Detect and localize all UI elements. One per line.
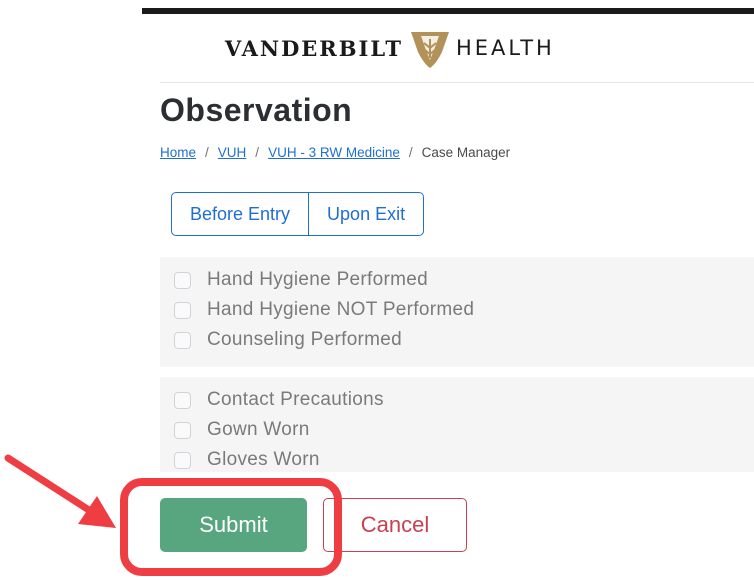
precautions-options-panel: Contact Precautions Gown Worn Gloves Wor…: [160, 377, 754, 472]
breadcrumb-separator: /: [205, 145, 209, 160]
entry-exit-toggle: Before Entry Upon Exit: [171, 192, 425, 236]
hand-hygiene-performed-checkbox[interactable]: [174, 271, 191, 289]
breadcrumb: Home / VUH / VUH - 3 RW Medicine / Case Manage…: [160, 145, 510, 160]
brand-name-left: VANDERBILT: [224, 36, 403, 61]
hand-hygiene-not-performed-checkbox[interactable]: [174, 301, 191, 319]
gloves-worn-option[interactable]: Gloves Worn: [174, 449, 320, 471]
checkbox-label: Gloves Worn: [207, 449, 320, 470]
checkbox-label: Gown Worn: [207, 419, 310, 440]
breadcrumb-separator: /: [408, 145, 413, 160]
checkbox-label: Contact Precautions: [207, 389, 384, 410]
gown-worn-checkbox[interactable]: [174, 421, 191, 439]
upon-exit-button[interactable]: Upon Exit: [309, 192, 425, 236]
gown-worn-option[interactable]: Gown Worn: [174, 419, 310, 441]
page-title: Observation: [160, 92, 353, 128]
before-entry-button[interactable]: Before Entry: [171, 192, 310, 236]
top-bar: [142, 8, 754, 14]
counseling-performed-checkbox[interactable]: [174, 331, 191, 349]
breadcrumb-current: Case Manager: [421, 145, 511, 160]
checkbox-label: Hand Hygiene Performed: [207, 269, 428, 290]
hygiene-options-panel: Hand Hygiene Performed Hand Hygiene NOT …: [160, 257, 754, 367]
gloves-worn-checkbox[interactable]: [174, 451, 191, 469]
annotation-arrow-icon: [4, 454, 116, 528]
brand-header: VANDERBILT HEALTH: [142, 30, 754, 70]
checkbox-label: Counseling Performed: [207, 329, 403, 350]
breadcrumb-home[interactable]: Home: [160, 145, 196, 160]
header-divider: [160, 82, 754, 83]
brand-name-right: HEALTH: [456, 36, 555, 60]
vanderbilt-oak-leaf-icon: [411, 32, 449, 68]
hand-hygiene-not-performed-option[interactable]: Hand Hygiene NOT Performed: [174, 299, 474, 321]
breadcrumb-unit[interactable]: VUH - 3 RW Medicine: [268, 145, 400, 160]
contact-precautions-option[interactable]: Contact Precautions: [174, 389, 384, 411]
counseling-performed-option[interactable]: Counseling Performed: [174, 329, 402, 351]
hand-hygiene-performed-option[interactable]: Hand Hygiene Performed: [174, 269, 428, 291]
breadcrumb-vuh[interactable]: VUH: [218, 145, 247, 160]
breadcrumb-separator: /: [255, 145, 260, 160]
annotation-highlight-box: [120, 478, 342, 576]
contact-precautions-checkbox[interactable]: [174, 391, 191, 409]
checkbox-label: Hand Hygiene NOT Performed: [207, 299, 475, 320]
cancel-button[interactable]: Cancel: [323, 498, 467, 552]
